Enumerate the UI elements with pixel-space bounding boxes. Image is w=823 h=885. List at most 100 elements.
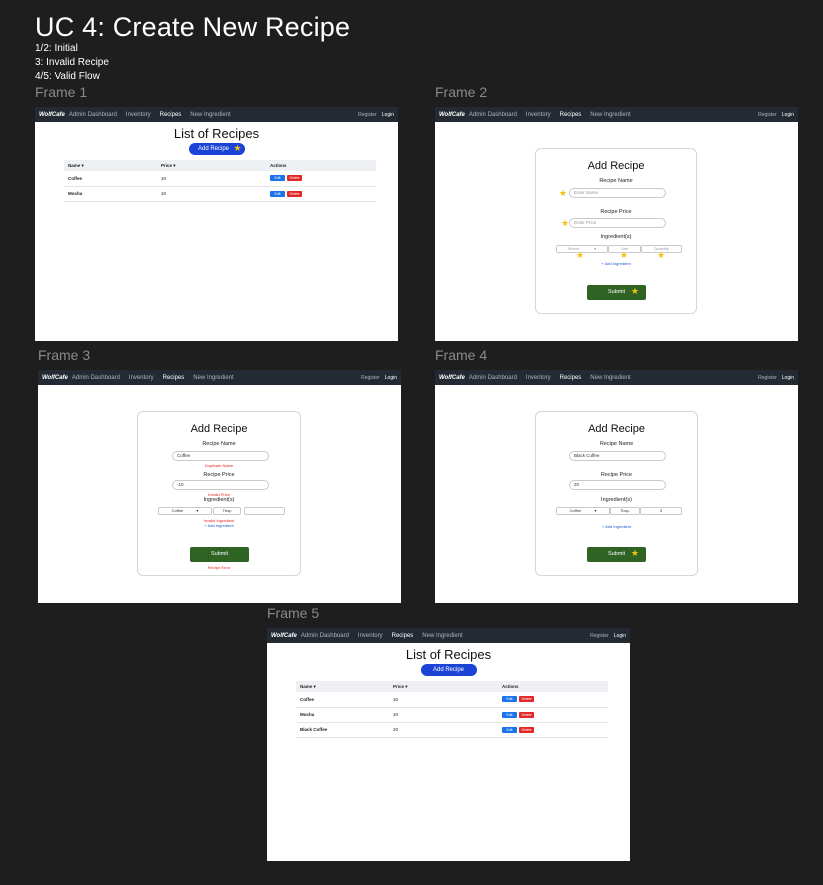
col-name[interactable]: Name ▾: [64, 160, 157, 171]
login-link[interactable]: Login: [782, 112, 794, 118]
col-price[interactable]: Price ▾: [157, 160, 266, 171]
nav-new-ingredient[interactable]: New Ingredient: [590, 112, 630, 118]
nav-recipes[interactable]: Recipes: [163, 375, 185, 381]
register-link[interactable]: Register: [358, 112, 377, 118]
delete-button[interactable]: Delete: [519, 711, 534, 718]
cell-price: 10: [389, 707, 498, 723]
navbar: WolfCafe Admin Dashboard Inventory Recip…: [267, 628, 630, 643]
unit-input[interactable]: Tbsp: [213, 507, 241, 515]
note-valid: 4/5: Valid Flow: [35, 71, 100, 82]
delete-button[interactable]: Delete: [287, 175, 302, 182]
col-name[interactable]: Name ▾: [296, 681, 389, 692]
note-initial: 1/2: Initial: [35, 43, 78, 54]
edit-button[interactable]: Edit: [270, 175, 285, 182]
delete-button[interactable]: Delete: [287, 190, 302, 197]
col-price[interactable]: Price ▾: [389, 681, 498, 692]
star-icon: ★: [630, 286, 639, 296]
brand-logo[interactable]: WolfCafe: [439, 112, 465, 118]
nav-auth: Register Login: [753, 112, 794, 118]
nav-admin-dashboard[interactable]: Admin Dashboard: [469, 375, 517, 381]
nav-recipes[interactable]: Recipes: [160, 112, 182, 118]
recipe-price-input[interactable]: Enter Price: [569, 218, 666, 228]
register-link[interactable]: Register: [590, 633, 609, 639]
ingredient-select[interactable]: Coffee ▾: [556, 507, 610, 515]
brand-logo[interactable]: WolfCafe: [39, 112, 65, 118]
recipe-price-input[interactable]: 20: [569, 480, 666, 490]
nav-recipes[interactable]: Recipes: [560, 375, 582, 381]
brand-logo[interactable]: WolfCafe: [271, 633, 297, 639]
recipe-name-label: Recipe Name: [599, 441, 634, 447]
nav-inventory[interactable]: Inventory: [526, 112, 551, 118]
register-link[interactable]: Register: [758, 375, 777, 381]
submit-button[interactable]: Submit ★: [587, 285, 646, 300]
login-link[interactable]: Login: [382, 112, 394, 118]
quantity-input[interactable]: 3: [640, 507, 682, 515]
quantity-input[interactable]: [244, 507, 285, 515]
add-ingredient-link[interactable]: + Add Ingredient: [138, 523, 300, 528]
nav-recipes[interactable]: Recipes: [560, 112, 582, 118]
submit-button[interactable]: Submit ★: [587, 547, 646, 562]
nav-auth: Register Login: [353, 112, 394, 118]
brand-logo[interactable]: WolfCafe: [439, 375, 465, 381]
ingredient-select[interactable]: Coffee ▾: [158, 507, 212, 515]
add-recipe-card: Add Recipe Recipe Name Black Coffee Reci…: [535, 411, 698, 576]
delete-button[interactable]: Delete: [519, 726, 534, 733]
frame-3-label: Frame 3: [38, 347, 91, 363]
recipes-table: Name ▾ Price ▾ Actions Coffee 10 Edit Del…: [64, 160, 376, 202]
edit-button[interactable]: Edit: [502, 726, 517, 733]
ingredients-label: Ingredient(s): [203, 497, 235, 503]
login-link[interactable]: Login: [385, 375, 397, 381]
nav-admin-dashboard[interactable]: Admin Dashboard: [69, 112, 117, 118]
add-recipe-button[interactable]: Add Recipe ★: [188, 143, 245, 155]
recipe-name-input[interactable]: Coffee: [172, 451, 269, 461]
nav-new-ingredient[interactable]: New Ingredient: [190, 112, 230, 118]
login-link[interactable]: Login: [782, 375, 794, 381]
add-ingredient-link[interactable]: + Add Ingredient: [536, 524, 697, 529]
frame-2-label: Frame 2: [435, 84, 488, 100]
nav-auth: Register Login: [356, 375, 397, 381]
nav-new-ingredient[interactable]: New Ingredient: [193, 375, 233, 381]
submit-label: Submit: [607, 289, 626, 295]
recipe-name-input[interactable]: Black Coffee: [569, 451, 666, 461]
nav-auth: Register Login: [753, 375, 794, 381]
recipe-price-input[interactable]: -10: [172, 480, 269, 490]
register-link[interactable]: Register: [361, 375, 380, 381]
frame-1-label: Frame 1: [35, 84, 88, 100]
unit-input[interactable]: Tbsp.: [610, 507, 640, 515]
nav-admin-dashboard[interactable]: Admin Dashboard: [301, 633, 349, 639]
star-icon: ★: [559, 188, 568, 198]
recipe-price-label: Recipe Price: [600, 209, 632, 215]
frame-1: WolfCafe Admin Dashboard Inventory Recip…: [35, 107, 398, 341]
nav-inventory[interactable]: Inventory: [526, 375, 551, 381]
cell-price: 10: [157, 171, 266, 187]
nav-inventory[interactable]: Inventory: [358, 633, 383, 639]
table-row: Coffee 10 Edit Delete: [296, 692, 608, 708]
recipe-name-input[interactable]: Enter Name: [569, 188, 666, 198]
recipes-table: Name ▾ Price ▾ Actions Coffee 10 Edit Del…: [296, 681, 608, 738]
nav-admin-dashboard[interactable]: Admin Dashboard: [469, 112, 517, 118]
add-recipe-card: Add Recipe Recipe Name Coffee Duplicate …: [137, 411, 301, 576]
nav-new-ingredient[interactable]: New Ingredient: [422, 633, 462, 639]
name-error: Duplicate Name: [204, 463, 234, 468]
nav-new-ingredient[interactable]: New Ingredient: [590, 375, 630, 381]
recipe-name-label: Recipe Name: [599, 178, 633, 184]
nav-inventory[interactable]: Inventory: [129, 375, 154, 381]
nav-recipes[interactable]: Recipes: [392, 633, 414, 639]
chevron-down-icon: ▾: [594, 508, 597, 513]
register-link[interactable]: Register: [758, 112, 777, 118]
delete-button[interactable]: Delete: [519, 696, 534, 703]
frame-5: WolfCafe Admin Dashboard Inventory Recip…: [267, 628, 630, 861]
submit-button[interactable]: Submit: [190, 547, 249, 562]
brand-logo[interactable]: WolfCafe: [42, 375, 68, 381]
edit-button[interactable]: Edit: [502, 711, 517, 718]
add-ingredient-link[interactable]: + Add Ingredient: [536, 261, 696, 266]
nav-admin-dashboard[interactable]: Admin Dashboard: [72, 375, 120, 381]
add-recipe-button[interactable]: Add Recipe: [420, 664, 477, 676]
edit-button[interactable]: Edit: [502, 696, 517, 703]
cell-actions: Edit Delete: [266, 186, 376, 202]
cell-actions: Edit Delete: [498, 722, 608, 738]
edit-button[interactable]: Edit: [270, 190, 285, 197]
nav-inventory[interactable]: Inventory: [126, 112, 151, 118]
list-title: List of Recipes: [405, 647, 492, 662]
login-link[interactable]: Login: [614, 633, 626, 639]
